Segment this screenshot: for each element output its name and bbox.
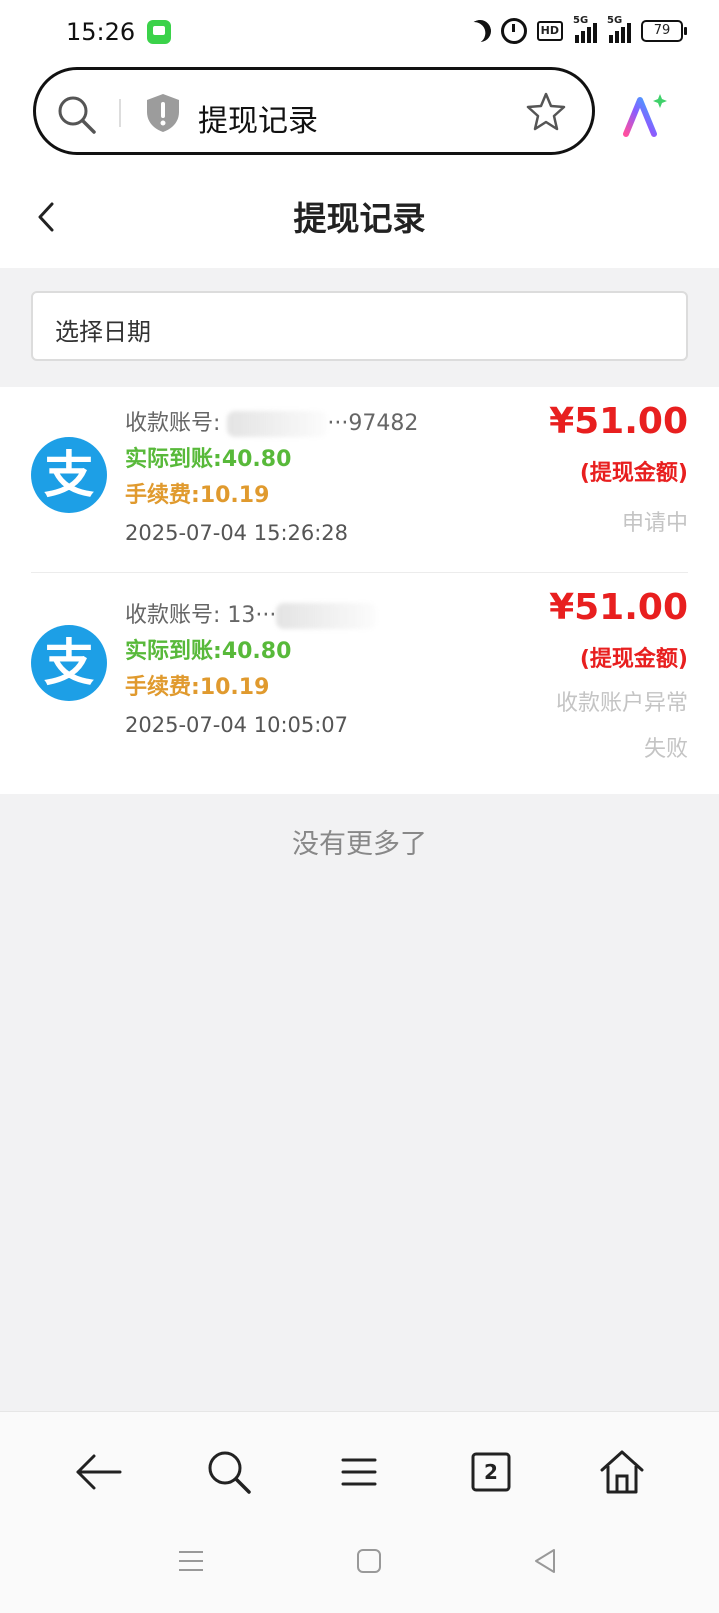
ai-assistant-icon[interactable] xyxy=(620,92,668,138)
account-row: 收款账号: 13··· xyxy=(125,597,377,629)
account-row: 收款账号: ···97482 xyxy=(125,405,418,437)
browser-address-bar[interactable]: 提现记录 xyxy=(33,67,595,155)
status-time: 15:26 xyxy=(66,18,136,46)
fee-row: 手续费:10.19 xyxy=(125,669,269,701)
list-item[interactable]: 支 收款账号: ···97482 实际到账:40.80 手续费:10.19 20… xyxy=(31,387,688,567)
list-item[interactable]: 支 收款账号: 13··· 实际到账:40.80 手续费:10.19 2025-… xyxy=(31,585,688,765)
menu-icon[interactable] xyxy=(329,1442,389,1502)
status-text: 申请中 xyxy=(621,511,688,536)
actual-label: 实际到账: xyxy=(125,447,222,472)
back-arrow-icon[interactable] xyxy=(68,1442,128,1502)
withdraw-amount: ¥51.00 xyxy=(549,587,688,628)
fee-row: 手续费:10.19 xyxy=(125,477,269,509)
actual-value: 40.80 xyxy=(221,639,292,664)
star-bookmark-icon[interactable] xyxy=(524,90,568,134)
fee-label: 手续费: xyxy=(125,675,200,700)
record-datetime: 2025-07-04 15:26:28 xyxy=(125,521,349,545)
withdraw-amount-label: (提现金额) xyxy=(579,461,688,486)
message-app-icon xyxy=(147,20,171,44)
account-value: ···97482 xyxy=(327,411,419,436)
actual-label: 实际到账: xyxy=(125,639,222,664)
withdraw-amount-label: (提现金额) xyxy=(579,647,688,672)
actual-row: 实际到账:40.80 xyxy=(125,441,291,473)
signal-icon: 5G xyxy=(573,15,597,43)
signal-icon-2: 5G xyxy=(607,15,631,43)
account-value: 13··· xyxy=(227,603,277,628)
account-label: 收款账号: xyxy=(125,603,221,628)
status-bar: 15:26 HD 5G 5G 79 xyxy=(0,0,719,64)
actual-row: 实际到账:40.80 xyxy=(125,633,291,665)
withdraw-amount: ¥51.00 xyxy=(549,401,688,442)
tabs-button[interactable]: 2 xyxy=(461,1442,521,1502)
redacted-mask xyxy=(227,411,328,437)
browser-toolbar: 2 xyxy=(0,1411,719,1613)
tab-count: 2 xyxy=(484,1460,498,1484)
withdrawal-record-list: 支 收款账号: ···97482 实际到账:40.80 手续费:10.19 20… xyxy=(0,387,719,794)
address-text[interactable]: 提现记录 xyxy=(198,96,318,140)
search-icon[interactable] xyxy=(199,1442,259,1502)
status-text: 收款账户异常 xyxy=(555,691,688,716)
fee-label: 手续费: xyxy=(125,483,200,508)
status-icons: HD 5G 5G 79 xyxy=(466,15,687,45)
signal-label: 5G xyxy=(573,15,589,26)
redacted-mask xyxy=(276,603,377,629)
shield-warning-icon[interactable] xyxy=(144,92,182,134)
alipay-logo-icon: 支 xyxy=(31,625,107,701)
account-label: 收款账号: xyxy=(125,411,221,436)
fee-value: 10.19 xyxy=(199,675,270,700)
record-datetime: 2025-07-04 10:05:07 xyxy=(125,713,349,737)
alarm-icon xyxy=(500,18,527,44)
moon-icon xyxy=(466,17,494,45)
list-divider xyxy=(31,572,688,573)
alipay-logo-glyph: 支 xyxy=(44,446,94,504)
system-back-icon[interactable] xyxy=(530,1546,560,1576)
page-title: 提现记录 xyxy=(293,199,426,238)
status-result: 失败 xyxy=(643,737,688,762)
fee-value: 10.19 xyxy=(199,483,270,508)
system-menu-icon[interactable] xyxy=(176,1546,206,1576)
top-area: 15:26 HD 5G 5G 79 提现记录 提现记录 xyxy=(0,0,719,268)
hd-icon: HD xyxy=(536,21,563,41)
system-home-icon[interactable] xyxy=(354,1546,384,1576)
search-icon[interactable] xyxy=(56,94,98,136)
no-more-text: 没有更多了 xyxy=(292,829,427,860)
actual-value: 40.80 xyxy=(221,447,292,472)
date-picker-field[interactable]: 选择日期 xyxy=(31,291,688,361)
alipay-logo-icon: 支 xyxy=(31,437,107,513)
alipay-logo-glyph: 支 xyxy=(44,634,94,692)
home-icon[interactable] xyxy=(592,1442,652,1502)
signal-label-2: 5G xyxy=(607,15,623,26)
address-bar-divider xyxy=(119,99,121,127)
date-picker-placeholder: 选择日期 xyxy=(55,318,151,346)
battery-icon: 79 xyxy=(641,20,687,42)
